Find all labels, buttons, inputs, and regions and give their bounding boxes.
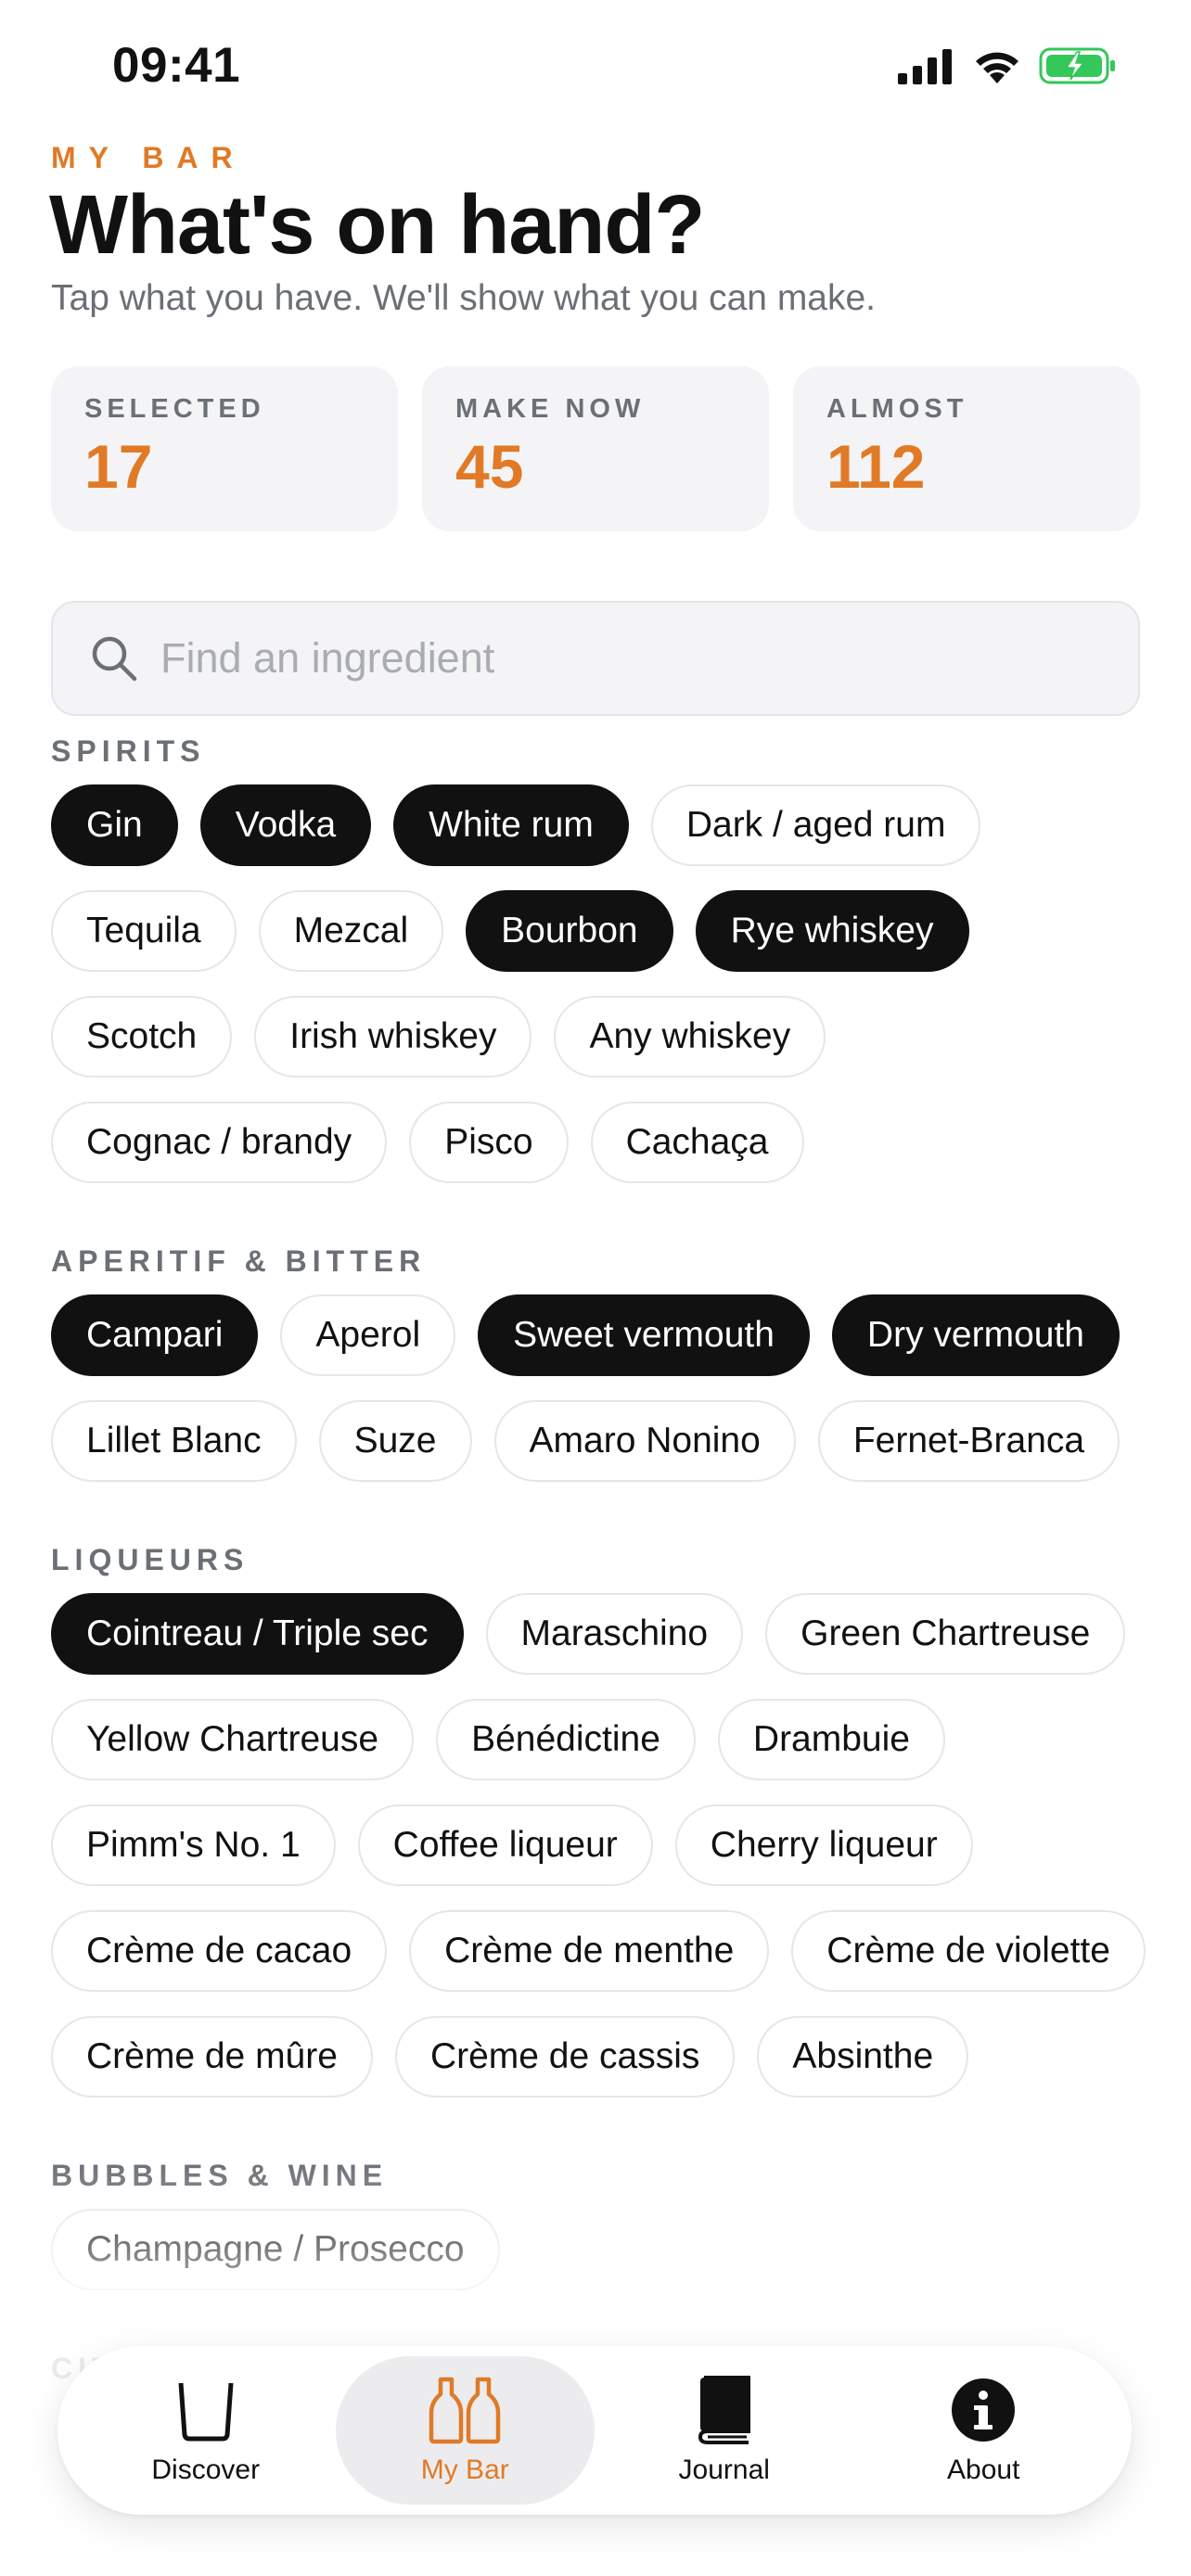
ingredient-sections: SPIRITS Gin Vodka White rum Dark / aged rum T… [51, 733, 1146, 2461]
ingredient-chip[interactable]: Vodka [199, 784, 372, 866]
ingredient-chip[interactable]: Sweet vermouth [478, 1294, 810, 1376]
ingredient-chip[interactable]: Champagne / Prosecco [51, 2209, 500, 2290]
stat-value: 45 [455, 432, 524, 501]
page-title: What's on hand? [49, 179, 705, 272]
ingredient-chip[interactable]: Scotch [51, 996, 233, 1078]
tab-discover[interactable]: Discover [76, 2356, 336, 2505]
ingredient-chip[interactable]: Cherry liqueur [674, 1804, 973, 1886]
tab-label: About [947, 2455, 1020, 2485]
ingredient-chip[interactable]: Dark / aged rum [650, 784, 981, 866]
ingredient-chip[interactable]: Tequila [51, 890, 237, 972]
ingredient-chip[interactable]: Pimm's No. 1 [51, 1804, 336, 1886]
ingredient-chip[interactable]: Irish whiskey [254, 996, 532, 1078]
search-input[interactable] [159, 633, 1138, 683]
tab-about[interactable]: About [854, 2356, 1114, 2505]
cellular-signal-icon [898, 47, 955, 89]
stat-card-selected: SELECTED 17 [51, 366, 398, 531]
section-label: LIQUEURS [51, 1543, 250, 1576]
ingredient-chip-group: Gin Vodka White rum Dark / aged rum Tequila M… [51, 784, 1146, 1183]
info-icon [946, 2375, 1020, 2445]
ingredient-chip[interactable]: Bénédictine [436, 1699, 696, 1780]
ingredient-chip[interactable]: Mezcal [258, 890, 444, 972]
bottles-icon [428, 2375, 502, 2445]
search-icon [88, 632, 140, 684]
ingredient-chip[interactable]: Cognac / brandy [51, 1102, 388, 1183]
ingredient-chip[interactable]: Crème de mûre [51, 2016, 373, 2098]
stat-value: 112 [826, 432, 926, 501]
tab-label: My Bar [420, 2455, 509, 2485]
glass-icon [169, 2375, 243, 2445]
stats-row: SELECTED 17 MAKE NOW 45 ALMOST 112 [51, 366, 1140, 531]
ingredient-chip[interactable]: Cointreau / Triple sec [51, 1593, 464, 1675]
stat-card-almost: ALMOST 112 [793, 366, 1140, 531]
tab-journal[interactable]: Journal [595, 2356, 854, 2505]
tab-label: Journal [678, 2455, 770, 2485]
ingredient-chip[interactable]: Aperol [280, 1294, 456, 1376]
ingredient-chip[interactable]: Any whiskey [554, 996, 826, 1078]
ingredient-chip[interactable]: Drambuie [717, 1699, 945, 1780]
ingredient-chip[interactable]: Yellow Chartreuse [51, 1699, 415, 1780]
ingredient-chip[interactable]: Campari [51, 1294, 259, 1376]
status-time: 09:41 [112, 38, 241, 93]
search-bar [51, 601, 1140, 716]
tab-my-bar[interactable]: My Bar [335, 2356, 595, 2505]
section-eyebrow: MY BAR [51, 141, 246, 174]
stat-label: SELECTED [84, 394, 265, 424]
section-label: BUBBLES & WINE [51, 2159, 389, 2192]
ingredient-chip[interactable]: Green Chartreuse [765, 1593, 1126, 1675]
ingredient-chip[interactable]: Fernet-Branca [817, 1400, 1121, 1482]
ingredient-chip[interactable]: Cachaça [590, 1102, 804, 1183]
status-icons [898, 46, 1117, 89]
ingredient-chip[interactable]: Pisco [409, 1102, 569, 1183]
wifi-icon [972, 46, 1022, 90]
ingredient-chip[interactable]: Lillet Blanc [51, 1400, 297, 1482]
ingredient-chip[interactable]: Dry vermouth [831, 1294, 1120, 1376]
ingredient-chip[interactable]: Rye whiskey [695, 890, 969, 972]
ingredient-chip[interactable]: Suze [318, 1400, 472, 1482]
ingredient-chip[interactable]: Bourbon [466, 890, 673, 972]
stat-label: ALMOST [826, 394, 968, 424]
ingredient-chip[interactable]: Absinthe [757, 2016, 969, 2098]
stat-label: MAKE NOW [455, 394, 646, 424]
ingredient-chip[interactable]: Coffee liqueur [357, 1804, 653, 1886]
ingredient-chip[interactable]: Maraschino [485, 1593, 744, 1675]
ingredient-chip-group: Cointreau / Triple sec Maraschino Green Ch… [51, 1593, 1146, 2098]
tab-bar: Discover My Bar Journal About [58, 2346, 1132, 2515]
book-icon [687, 2375, 762, 2445]
stat-card-make-now: MAKE NOW 45 [422, 366, 769, 531]
section-label: APERITIF & BITTER [51, 1244, 427, 1278]
ingredient-chip[interactable]: Crème de violette [791, 1910, 1146, 1992]
stat-value: 17 [84, 432, 153, 501]
status-bar: 09:41 [0, 0, 1191, 130]
ingredient-chip[interactable]: Amaro Nonino [493, 1400, 796, 1482]
battery-charging-icon [1039, 46, 1117, 90]
section-label: SPIRITS [51, 734, 206, 768]
ingredient-chip[interactable]: Crème de cacao [51, 1910, 388, 1992]
ingredient-chip[interactable]: Crème de menthe [409, 1910, 770, 1992]
ingredient-chip[interactable]: Crème de cassis [394, 2016, 736, 2098]
ingredient-chip-group: Champagne / Prosecco [51, 2209, 1146, 2290]
ingredient-chip-group: Campari Aperol Sweet vermouth Dry vermouth L… [51, 1294, 1146, 1482]
tab-label: Discover [151, 2455, 261, 2485]
ingredient-chip[interactable]: Gin [51, 784, 178, 866]
ingredient-chip[interactable]: White rum [393, 784, 629, 866]
page-subtitle: Tap what you have. We'll show what you c… [51, 278, 877, 318]
